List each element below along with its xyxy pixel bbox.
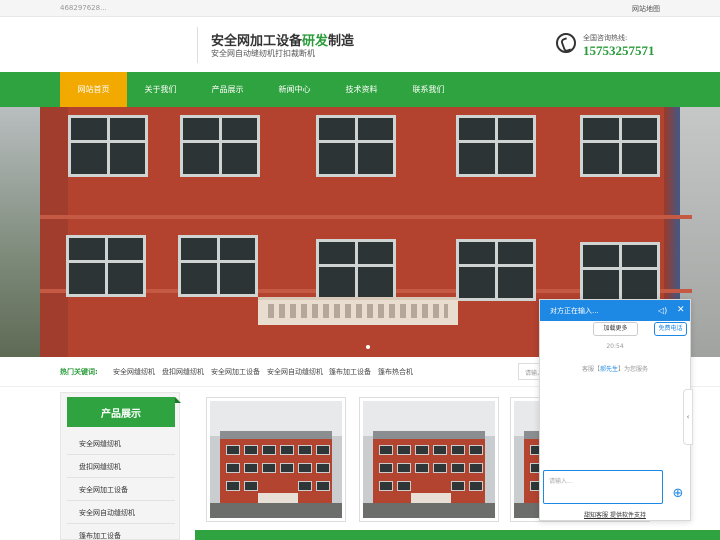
hot-keyword[interactable]: 篷布加工设备 [329,367,371,377]
nav-item[interactable]: 技术资料 [328,72,395,107]
sitemap-link[interactable]: 网站地图 [632,4,660,14]
hot-keyword[interactable]: 安全网加工设备 [211,367,260,377]
product-caption-bar [195,530,720,540]
hot-keyword[interactable]: 盘扣网缝纫机 [162,367,204,377]
chat-message-input[interactable]: 请输入... [543,470,663,504]
sidebar-item[interactable]: 盘扣网缝纫机 [67,456,175,478]
product-card[interactable] [206,397,346,522]
product-image [363,401,495,518]
sidebar-item[interactable]: 篷布加工设备 [67,525,175,540]
nav-item[interactable]: 联系我们 [395,72,462,107]
nav-item[interactable]: 新闻中心 [261,72,328,107]
close-icon[interactable]: ✕ [677,305,687,315]
main-nav: 网站首页 关于我们 产品展示 新闻中心 技术资料 联系我们 [0,72,720,107]
slider-dot[interactable] [366,345,370,349]
hotline-label: 全国咨询热线: [583,34,628,42]
product-card[interactable] [359,397,499,522]
chat-timestamp: 20:54 [606,343,624,350]
sidebar-item[interactable]: 安全网加工设备 [67,479,175,501]
speaker-icon[interactable]: ◁) [658,306,668,315]
hot-keyword[interactable]: 安全网自动缝纫机 [267,367,323,377]
chat-collapse-tab[interactable]: ‹ [683,389,693,445]
hot-keyword[interactable]: 安全网缝纫机 [113,367,155,377]
site-subtitle: 安全网自动缝纫机打扣裁断机 [211,49,315,58]
hot-keywords-label: 热门关键词: [60,368,98,376]
plus-icon[interactable]: ⊕ [671,487,685,501]
chat-service-notice: 客服【郝先生】为您服务 [581,366,649,373]
site-title: 安全网加工设备研发制造 [211,33,355,48]
product-sidebar: 产品展示 安全网缝纫机 盘扣网缝纫机 安全网加工设备 安全网自动缝纫机 篷布加工… [60,392,181,540]
chat-footer-link[interactable]: 甜知客服 提供软件支持 [540,510,690,519]
sidebar-item[interactable]: 安全网自动缝纫机 [67,502,175,524]
top-phone-text: 468297628... [60,4,107,12]
nav-item[interactable]: 产品展示 [194,72,261,107]
hotline-number: 15753257571 [583,43,655,58]
load-more-button[interactable]: 加载更多 [593,322,638,336]
top-bar: 468297628... 网站地图 [0,0,720,17]
free-call-button[interactable]: 免费电话 [654,322,687,336]
sidebar-item[interactable]: 安全网缝纫机 [67,433,175,455]
hot-keyword[interactable]: 篷布热合机 [378,367,413,377]
phone-icon [556,33,576,53]
site-header: 安全网加工设备研发制造 安全网自动缝纫机打扣裁断机 全国咨询热线: 157532… [0,17,720,72]
chat-widget: 对方正在输入... ◁) ✕ 加载更多 免费电话 20:54 客服【郝先生】为您… [539,299,691,521]
product-image [210,401,342,518]
nav-item[interactable]: 网站首页 [60,72,127,107]
sidebar-title: 产品展示 [67,397,181,427]
nav-item[interactable]: 关于我们 [127,72,194,107]
header-divider [197,27,198,63]
